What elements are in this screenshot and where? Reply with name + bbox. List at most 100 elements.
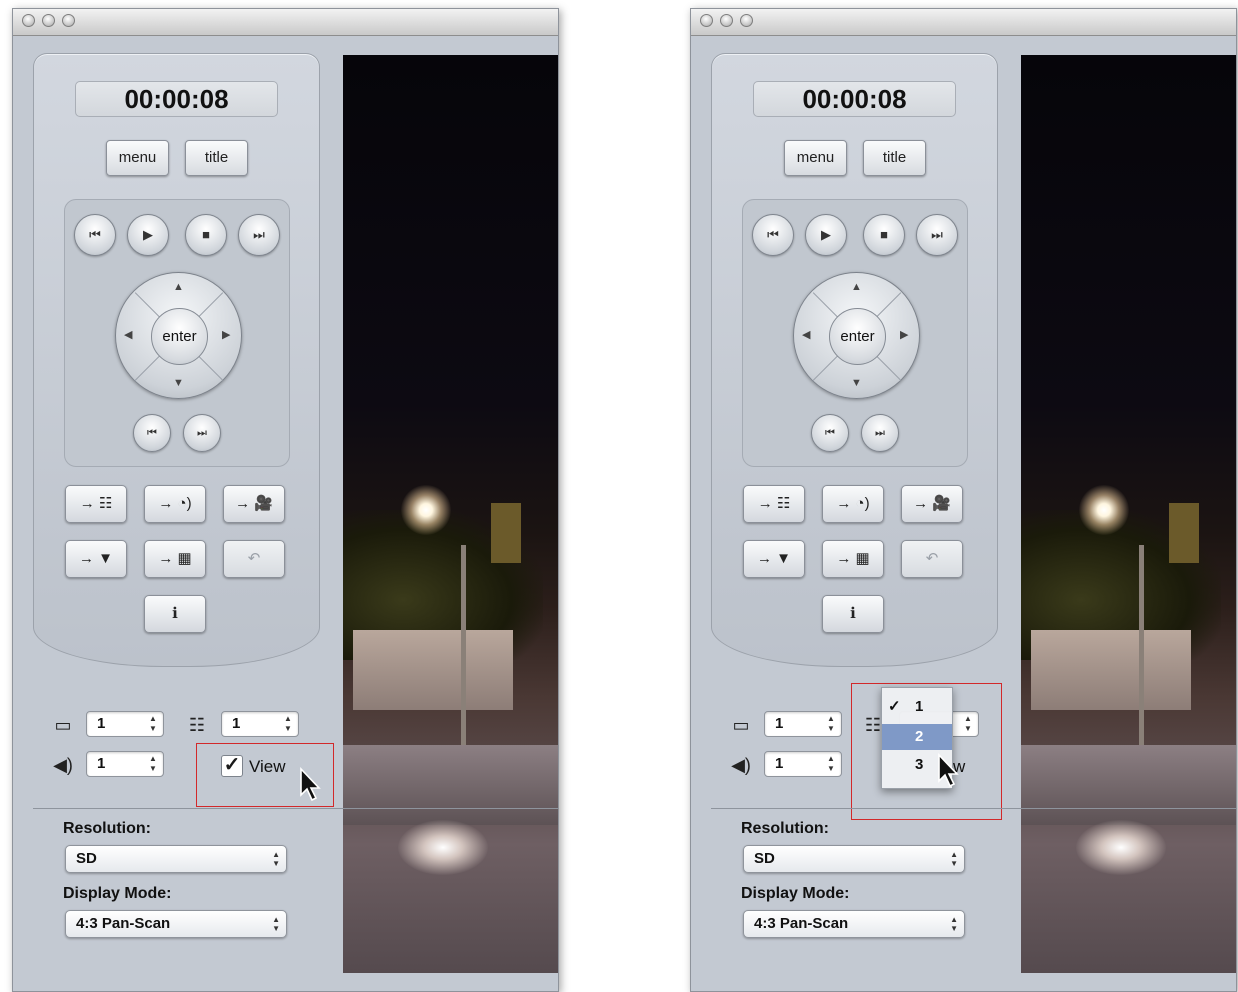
menu-button[interactable]: menu: [106, 140, 169, 176]
marker-button[interactable]: → ▼: [65, 540, 127, 578]
title-bar: [13, 9, 558, 36]
close-window-button[interactable]: [700, 14, 713, 27]
display-mode-popup[interactable]: 4:3 Pan-Scan ▲ ▼: [743, 910, 965, 938]
video-stream-stepper[interactable]: 1 ▲ ▼: [86, 711, 164, 737]
enter-button[interactable]: enter: [829, 308, 886, 365]
stepper-arrows-icon[interactable]: ▲ ▼: [145, 714, 161, 734]
title-button[interactable]: title: [185, 140, 248, 176]
video-preview: [1021, 55, 1236, 973]
stepper-arrows-icon[interactable]: ▲ ▼: [145, 754, 161, 774]
chapter-previous-button[interactable]: ⏮: [811, 414, 849, 452]
popup-arrows-icon: ▲ ▼: [272, 915, 280, 933]
stepper-arrows-icon[interactable]: ▲ ▼: [280, 714, 296, 734]
info-button[interactable]: ℹ: [144, 595, 206, 633]
resolution-popup[interactable]: SD ▲ ▼: [65, 845, 287, 873]
down-arrow-button[interactable]: ▼: [173, 377, 184, 389]
skip-forward-icon: ⏭: [931, 227, 943, 242]
angle-button[interactable]: → 🎥: [223, 485, 285, 523]
simulator-window-right: 00:00:08 menu title ⏮ ▶ ■ ⏭ ▲ ▼ ◀ ▶ ente…: [690, 8, 1237, 992]
display-mode-label: Display Mode:: [63, 885, 172, 902]
skip-back-icon: ⏮: [89, 227, 101, 242]
stop-icon: ■: [202, 227, 210, 242]
remote-control: 00:00:08 menu title ⏮ ▶ ■ ⏭ ▲ ▼ ◀ ▶ ente…: [33, 53, 320, 667]
audio-stream-value: 1: [775, 755, 784, 772]
subtitle-stream-stepper[interactable]: 1 ▲ ▼: [221, 711, 299, 737]
chapter-next-button[interactable]: ⏭: [861, 414, 899, 452]
up-arrow-button[interactable]: ▲: [851, 281, 862, 293]
left-arrow-button[interactable]: ◀: [124, 329, 132, 341]
minimize-window-button[interactable]: [720, 14, 733, 27]
divider: [33, 808, 558, 809]
stepper-arrows-icon[interactable]: ▲ ▼: [823, 714, 839, 734]
angle-button[interactable]: → 🎥: [901, 485, 963, 523]
speaker-icon: ◀): [53, 755, 73, 775]
down-arrow-button[interactable]: ▼: [851, 377, 862, 389]
audio-stream-button[interactable]: → ◔): [144, 485, 206, 523]
chapter-next-button[interactable]: ⏭: [183, 414, 221, 452]
play-button[interactable]: ▶: [127, 214, 169, 256]
right-arrow-button[interactable]: ▶: [222, 329, 230, 341]
subtitle-stream-button[interactable]: → ☷: [65, 485, 127, 523]
popup-arrows-icon: ▲ ▼: [950, 850, 958, 868]
audio-stream-button[interactable]: → ◔): [822, 485, 884, 523]
stop-button[interactable]: ■: [863, 214, 905, 256]
speaker-icon: ◀): [731, 755, 751, 775]
play-button[interactable]: ▶: [805, 214, 847, 256]
subtitle-menu-item-2[interactable]: 2: [882, 724, 952, 750]
timecode-display: 00:00:08: [753, 81, 956, 117]
direction-pad: ▲ ▼ ◀ ▶ enter: [115, 272, 242, 399]
display-mode-value: 4:3 Pan-Scan: [754, 915, 849, 932]
direction-pad: ▲ ▼ ◀ ▶ enter: [793, 272, 920, 399]
title-button[interactable]: title: [863, 140, 926, 176]
resolution-label: Resolution:: [741, 820, 829, 837]
zoom-window-button[interactable]: [62, 14, 75, 27]
divider: [711, 808, 1236, 809]
popup-arrows-icon: ▲ ▼: [950, 915, 958, 933]
slideshow-button[interactable]: → ▦: [144, 540, 206, 578]
video-preview: [343, 55, 558, 973]
info-button[interactable]: ℹ: [822, 595, 884, 633]
slideshow-button[interactable]: → ▦: [822, 540, 884, 578]
chapter-back-icon: ⏮: [147, 427, 157, 439]
marker-button[interactable]: → ▼: [743, 540, 805, 578]
skip-back-icon: ⏮: [767, 227, 779, 242]
resolution-popup[interactable]: SD ▲ ▼: [743, 845, 965, 873]
subtitle-stream-button[interactable]: → ☷: [743, 485, 805, 523]
subtitle-menu-item-1[interactable]: ✓ 1: [882, 694, 952, 720]
stepper-arrows-icon[interactable]: ▲ ▼: [823, 754, 839, 774]
close-window-button[interactable]: [22, 14, 35, 27]
return-button[interactable]: ↶: [223, 540, 285, 578]
skip-forward-icon: ⏭: [253, 227, 265, 242]
zoom-window-button[interactable]: [740, 14, 753, 27]
chapter-back-icon: ⏮: [825, 427, 835, 439]
resolution-value: SD: [76, 850, 97, 867]
mouse-pointer-icon: [938, 753, 959, 788]
minimize-window-button[interactable]: [42, 14, 55, 27]
left-arrow-button[interactable]: ◀: [802, 329, 810, 341]
checkmark-icon: ✓: [888, 698, 901, 715]
right-arrow-button[interactable]: ▶: [900, 329, 908, 341]
chapter-forward-icon: ⏭: [197, 427, 207, 439]
navigation-panel: ⏮ ▶ ■ ⏭ ▲ ▼ ◀ ▶ enter ⏮ ⏭: [742, 199, 968, 467]
video-stream-stepper[interactable]: 1 ▲ ▼: [764, 711, 842, 737]
chapter-previous-button[interactable]: ⏮: [133, 414, 171, 452]
previous-button[interactable]: ⏮: [752, 214, 794, 256]
next-button[interactable]: ⏭: [916, 214, 958, 256]
menu-button[interactable]: menu: [784, 140, 847, 176]
audio-stream-value: 1: [97, 755, 106, 772]
video-stream-value: 1: [97, 715, 106, 732]
play-icon: ▶: [821, 227, 831, 242]
enter-button[interactable]: enter: [151, 308, 208, 365]
display-mode-popup[interactable]: 4:3 Pan-Scan ▲ ▼: [65, 910, 287, 938]
previous-button[interactable]: ⏮: [74, 214, 116, 256]
stop-icon: ■: [880, 227, 888, 242]
mouse-pointer-icon: [300, 767, 321, 802]
simulator-window-left: 00:00:08 menu title ⏮ ▶ ■ ⏭ ▲ ▼ ◀ ▶ ente…: [12, 8, 559, 992]
stop-button[interactable]: ■: [185, 214, 227, 256]
play-icon: ▶: [143, 227, 153, 242]
up-arrow-button[interactable]: ▲: [173, 281, 184, 293]
return-button[interactable]: ↶: [901, 540, 963, 578]
audio-stream-stepper[interactable]: 1 ▲ ▼: [764, 751, 842, 777]
audio-stream-stepper[interactable]: 1 ▲ ▼: [86, 751, 164, 777]
next-button[interactable]: ⏭: [238, 214, 280, 256]
